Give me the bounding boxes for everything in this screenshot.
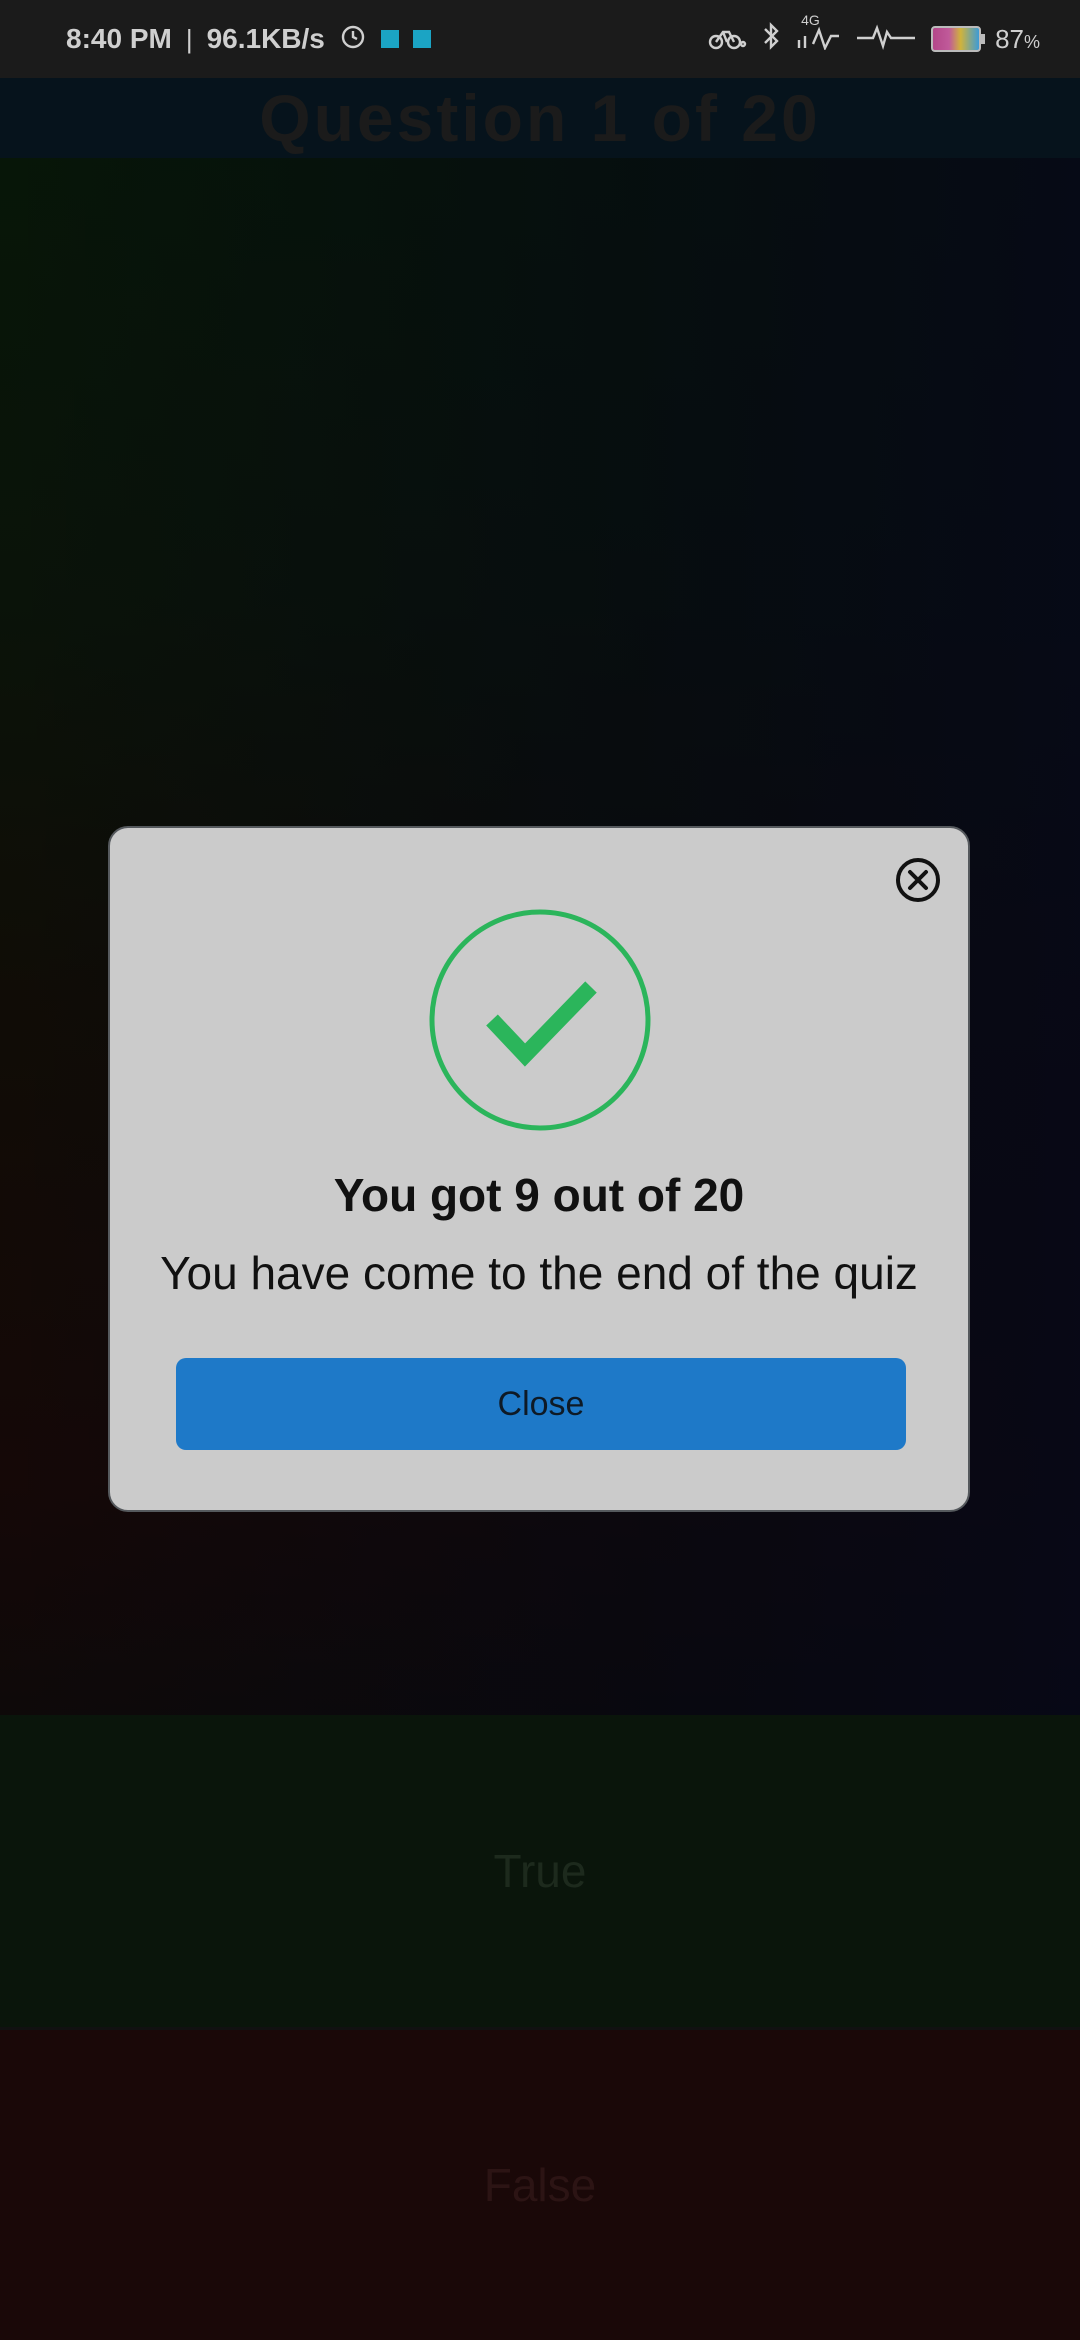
network-type: 4G xyxy=(801,11,820,28)
checkmark-circle-icon xyxy=(428,908,652,1132)
status-left: 8:40 PM | 96.1KB/s xyxy=(66,0,431,78)
bluetooth-icon xyxy=(761,21,781,58)
status-separator: | xyxy=(185,23,193,54)
status-bar: 8:40 PM | 96.1KB/s 4G 87% xyxy=(0,0,1080,78)
app-notification-icon xyxy=(380,30,399,48)
question-counter: Question 1 of 20 xyxy=(0,78,1080,158)
status-time: 8:40 PM xyxy=(66,23,172,54)
false-button[interactable]: False xyxy=(0,2030,1080,2340)
status-right: 4G 87% xyxy=(707,0,1040,78)
battery-level: 87% xyxy=(995,23,1040,54)
score-title: You got 9 out of 20 xyxy=(333,1169,745,1221)
battery-icon xyxy=(931,26,986,52)
cycling-icon xyxy=(707,22,747,57)
alarm-icon xyxy=(339,22,367,57)
true-button[interactable]: True xyxy=(0,1715,1080,2027)
result-dialog: You got 9 out of 20 You have come to the… xyxy=(108,826,970,1512)
end-message: You have come to the end of the quiz xyxy=(160,1247,918,1299)
screen: 8:40 PM | 96.1KB/s 4G 87% Question 1 of … xyxy=(0,0,1080,2340)
app-notification-icon xyxy=(412,30,431,48)
heartbeat-icon xyxy=(855,22,917,57)
close-button[interactable]: Close xyxy=(176,1358,906,1450)
network-speed: 96.1KB/s xyxy=(206,23,325,54)
signal-icon: 4G xyxy=(795,12,841,57)
close-circle-icon[interactable] xyxy=(894,856,942,904)
